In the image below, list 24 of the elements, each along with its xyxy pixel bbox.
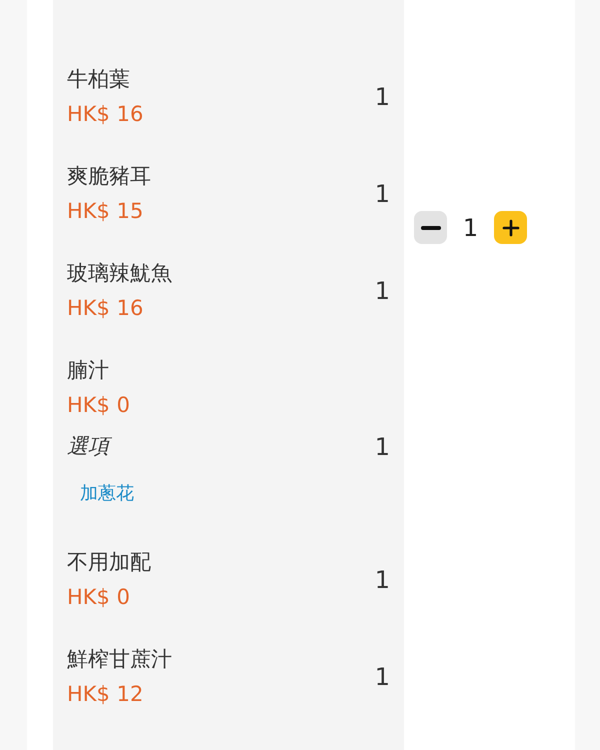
item-quantity: 1	[374, 432, 390, 460]
item-name: 牛柏葉	[67, 66, 131, 93]
item-quantity: 1	[374, 277, 390, 305]
item-name: 不用加配	[67, 549, 152, 576]
item-quantity: 1	[374, 566, 390, 594]
option-text: 加蔥花	[79, 482, 135, 506]
plus-button[interactable]	[494, 211, 527, 244]
item-name: 爽脆豬耳	[67, 163, 152, 190]
item-name: 鮮榨甘蔗汁	[67, 646, 173, 673]
item-price: HK$ 0	[67, 584, 131, 611]
item-quantity: 1	[374, 83, 390, 111]
minus-icon	[420, 226, 440, 230]
item-price: HK$ 12	[67, 681, 144, 708]
item-price: HK$ 16	[67, 295, 144, 322]
item-name: 腩汁	[67, 357, 110, 384]
item-quantity: 1	[374, 180, 390, 208]
item-name: 玻璃辣魷魚	[67, 260, 173, 287]
item-price: HK$ 0	[67, 392, 131, 419]
options-label: 選項	[67, 423, 375, 470]
item-quantity: 1	[374, 663, 390, 691]
minus-button[interactable]	[414, 211, 447, 244]
item-price: HK$ 16	[67, 101, 144, 128]
quantity-value: 1	[462, 214, 480, 242]
item-price: HK$ 15	[67, 198, 144, 225]
